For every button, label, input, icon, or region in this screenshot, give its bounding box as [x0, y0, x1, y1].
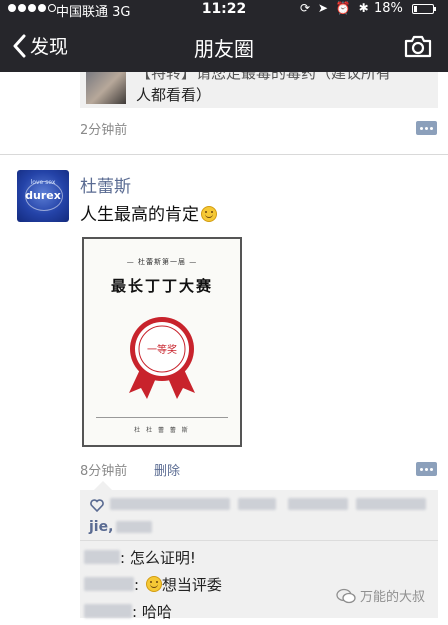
- certificate-subtitle: — 杜蕾斯第一届 —: [126, 258, 198, 266]
- post-text: 人生最高的肯定: [80, 200, 217, 225]
- camera-icon: [404, 35, 432, 58]
- wechat-icon: [336, 588, 356, 603]
- post-divider: [0, 154, 448, 155]
- smile-emoji-icon: [145, 576, 162, 592]
- navigation-bar: 发现 朋友圈: [0, 20, 448, 72]
- likes-row: jie,: [80, 496, 438, 535]
- certificate-line: [96, 417, 228, 418]
- award-rosette-icon: 一等奖: [129, 317, 195, 399]
- status-bar: 中国联通 3G 11:22 ⟳ ➤ ⏰ ✱ 18%: [0, 0, 448, 20]
- heart-icon: [90, 499, 104, 512]
- lock-rotation-icon: ⟳: [300, 1, 313, 15]
- alarm-icon: ⏰: [335, 1, 353, 15]
- smile-emoji-icon: [201, 206, 217, 222]
- link-title: 【特转】请您走最毒的毒药（建议所有 人都看看）: [136, 72, 392, 104]
- comments-divider: [80, 540, 438, 541]
- comment-row[interactable]: : 怎么证明!: [80, 547, 438, 571]
- page-title: 朋友圈: [194, 37, 254, 61]
- delete-button[interactable]: 删除: [154, 460, 180, 479]
- battery-tip: [434, 7, 436, 11]
- watermark: 万能的大叔: [336, 586, 425, 605]
- post-time: 8分钟前: [80, 464, 128, 479]
- comment-menu-button[interactable]: [416, 462, 437, 476]
- status-icons: ⟳ ➤ ⏰ ✱: [300, 1, 371, 15]
- comment-menu-button[interactable]: [416, 121, 437, 135]
- avatar[interactable]: love sex durex: [17, 170, 69, 222]
- certificate-signature: 杜 杜 蕾 蕾 斯: [134, 427, 190, 434]
- avatar-logo-text: durex: [25, 189, 61, 202]
- battery-percent: 18%: [374, 1, 403, 16]
- liker-name[interactable]: jie,: [89, 519, 113, 535]
- svg-text:一等奖: 一等奖: [147, 343, 177, 356]
- camera-button[interactable]: [404, 34, 432, 62]
- bluetooth-icon: ✱: [358, 1, 371, 15]
- link-thumbnail: [86, 72, 126, 104]
- comments-arrow: [94, 481, 112, 490]
- post-time: 2分钟前: [80, 123, 128, 138]
- post-author[interactable]: 杜蕾斯: [80, 172, 131, 197]
- certificate-title: 最长丁丁大赛: [110, 277, 213, 295]
- post-image[interactable]: — 杜蕾斯第一届 — 最长丁丁大赛 一等奖 杜 杜 蕾 蕾 斯: [82, 237, 242, 447]
- location-icon: ➤: [317, 1, 330, 15]
- shared-link-card[interactable]: 【特转】请您走最毒的毒药（建议所有 人都看看）: [80, 72, 438, 108]
- battery-icon: [412, 4, 434, 14]
